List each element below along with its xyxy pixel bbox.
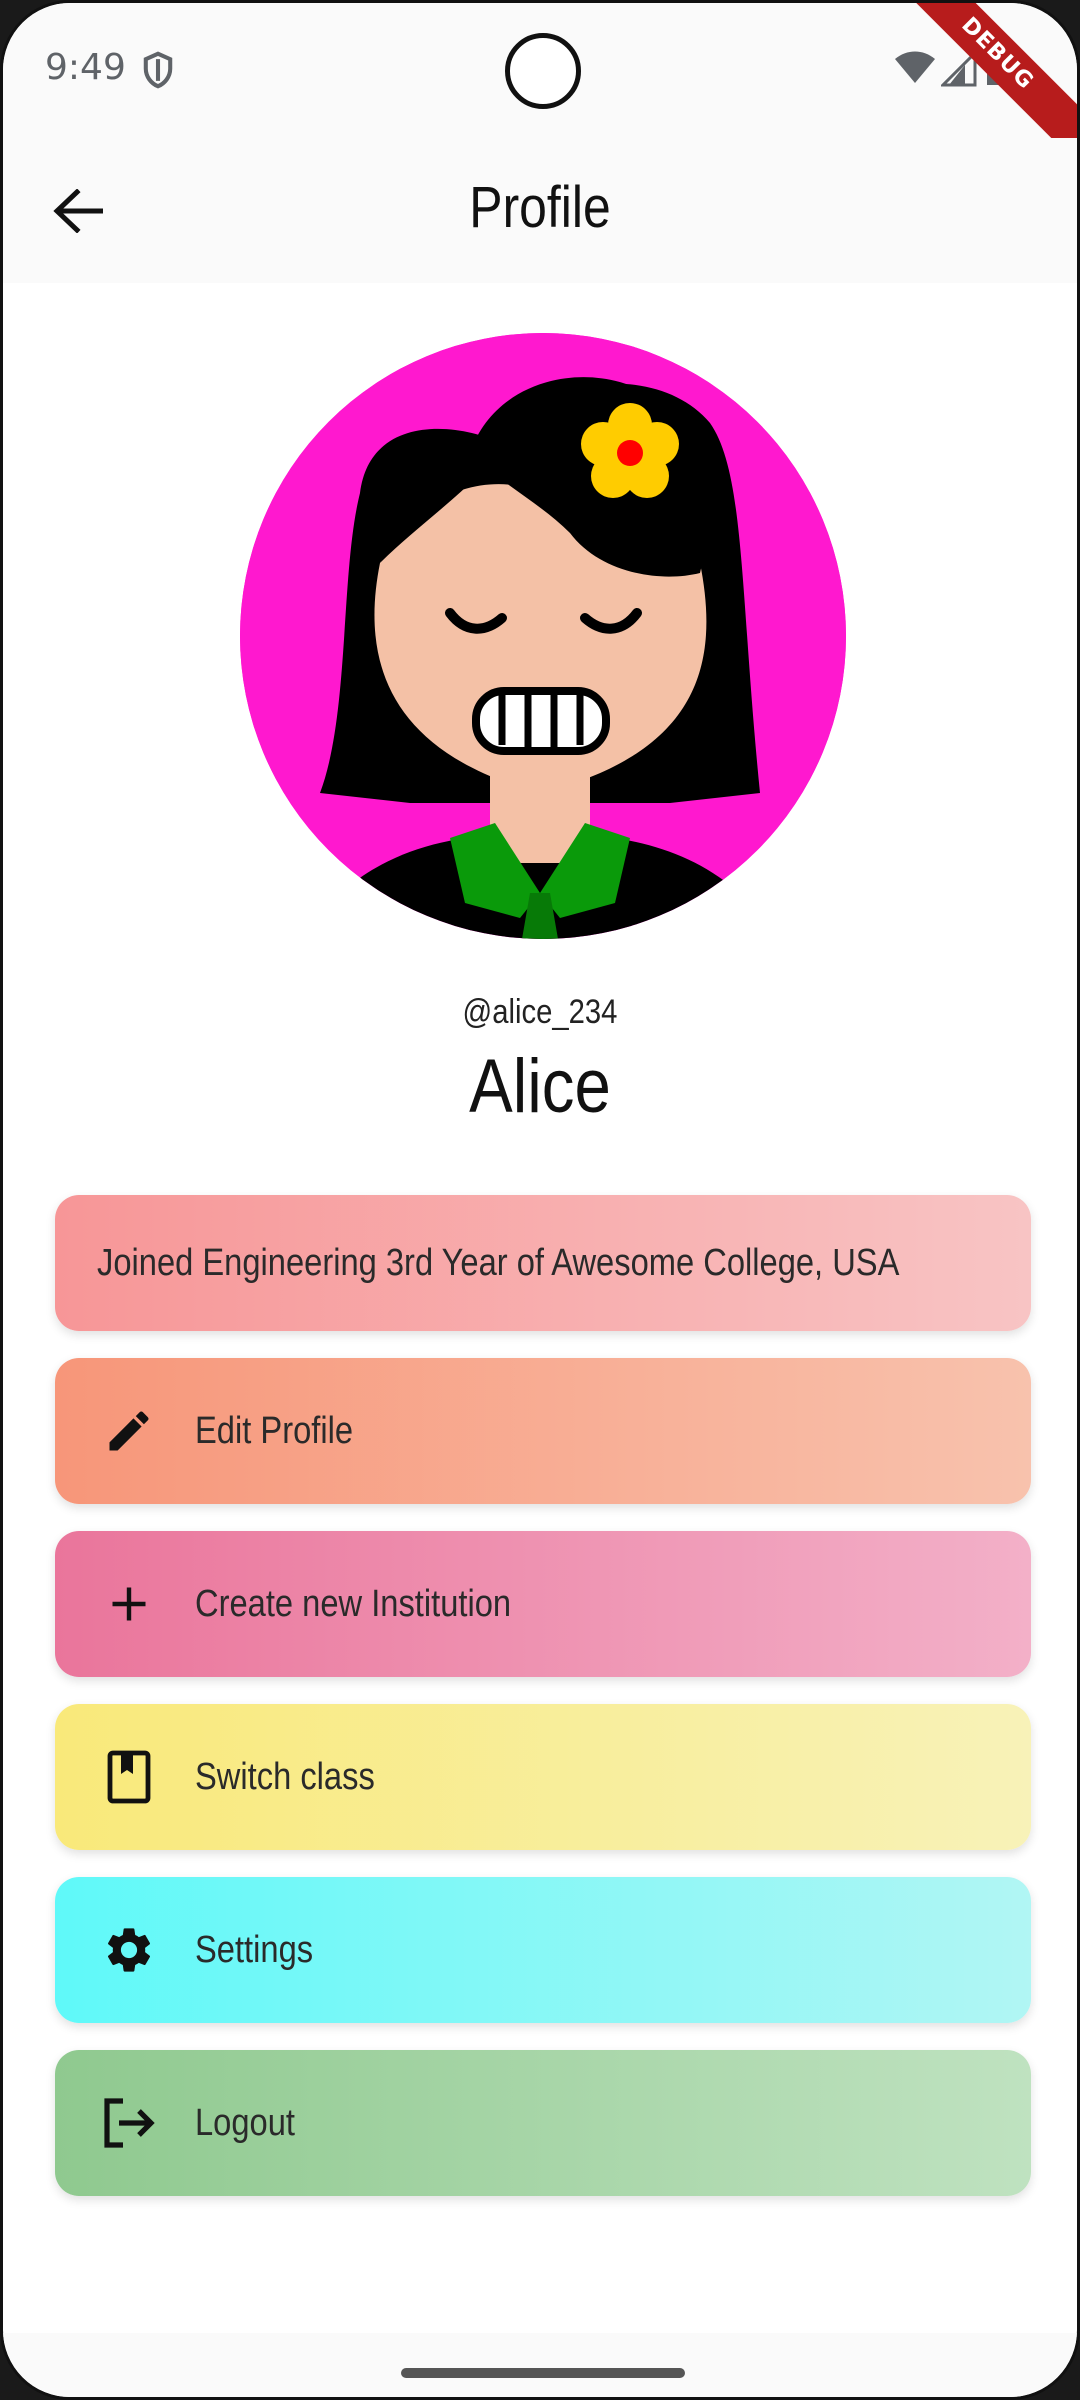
info-text: Joined Engineering 3rd Year of Awesome C… (97, 1241, 900, 1284)
gesture-handle[interactable] (401, 2368, 685, 2378)
wifi-icon (895, 51, 935, 83)
edit-profile-label: Edit Profile (195, 1409, 354, 1452)
app-bar: Profile (3, 138, 1077, 283)
info-card: Joined Engineering 3rd Year of Awesome C… (55, 1195, 1031, 1331)
switch-class-button[interactable]: Switch class (55, 1704, 1031, 1850)
logout-icon (99, 2093, 159, 2153)
settings-button[interactable]: Settings (55, 1877, 1031, 2023)
settings-label: Settings (195, 1928, 314, 1971)
status-time: 9:49 (45, 47, 126, 88)
plus-icon (99, 1574, 159, 1634)
camera-cutout (505, 33, 581, 109)
edit-profile-button[interactable]: Edit Profile (55, 1358, 1031, 1504)
phone-screen: 9:49 DEBUG Profile @alice_234 Alice Join… (0, 0, 1080, 2400)
logout-button[interactable]: Logout (55, 2050, 1031, 2196)
username: @alice_234 (462, 993, 618, 1031)
page-title: Profile (469, 175, 611, 240)
gear-icon (99, 1920, 159, 1980)
create-institution-button[interactable]: Create new Institution (55, 1531, 1031, 1677)
book-icon (99, 1747, 159, 1807)
avatar-illustration (240, 333, 846, 939)
status-bar: 9:49 (3, 3, 1077, 138)
create-institution-label: Create new Institution (195, 1582, 512, 1625)
pencil-icon (99, 1401, 159, 1461)
display-name: Alice (469, 1044, 611, 1129)
navigation-bar (3, 2333, 1077, 2397)
shield-icon (143, 51, 173, 89)
switch-class-label: Switch class (195, 1755, 375, 1798)
avatar (240, 333, 846, 939)
logout-label: Logout (195, 2101, 295, 2144)
